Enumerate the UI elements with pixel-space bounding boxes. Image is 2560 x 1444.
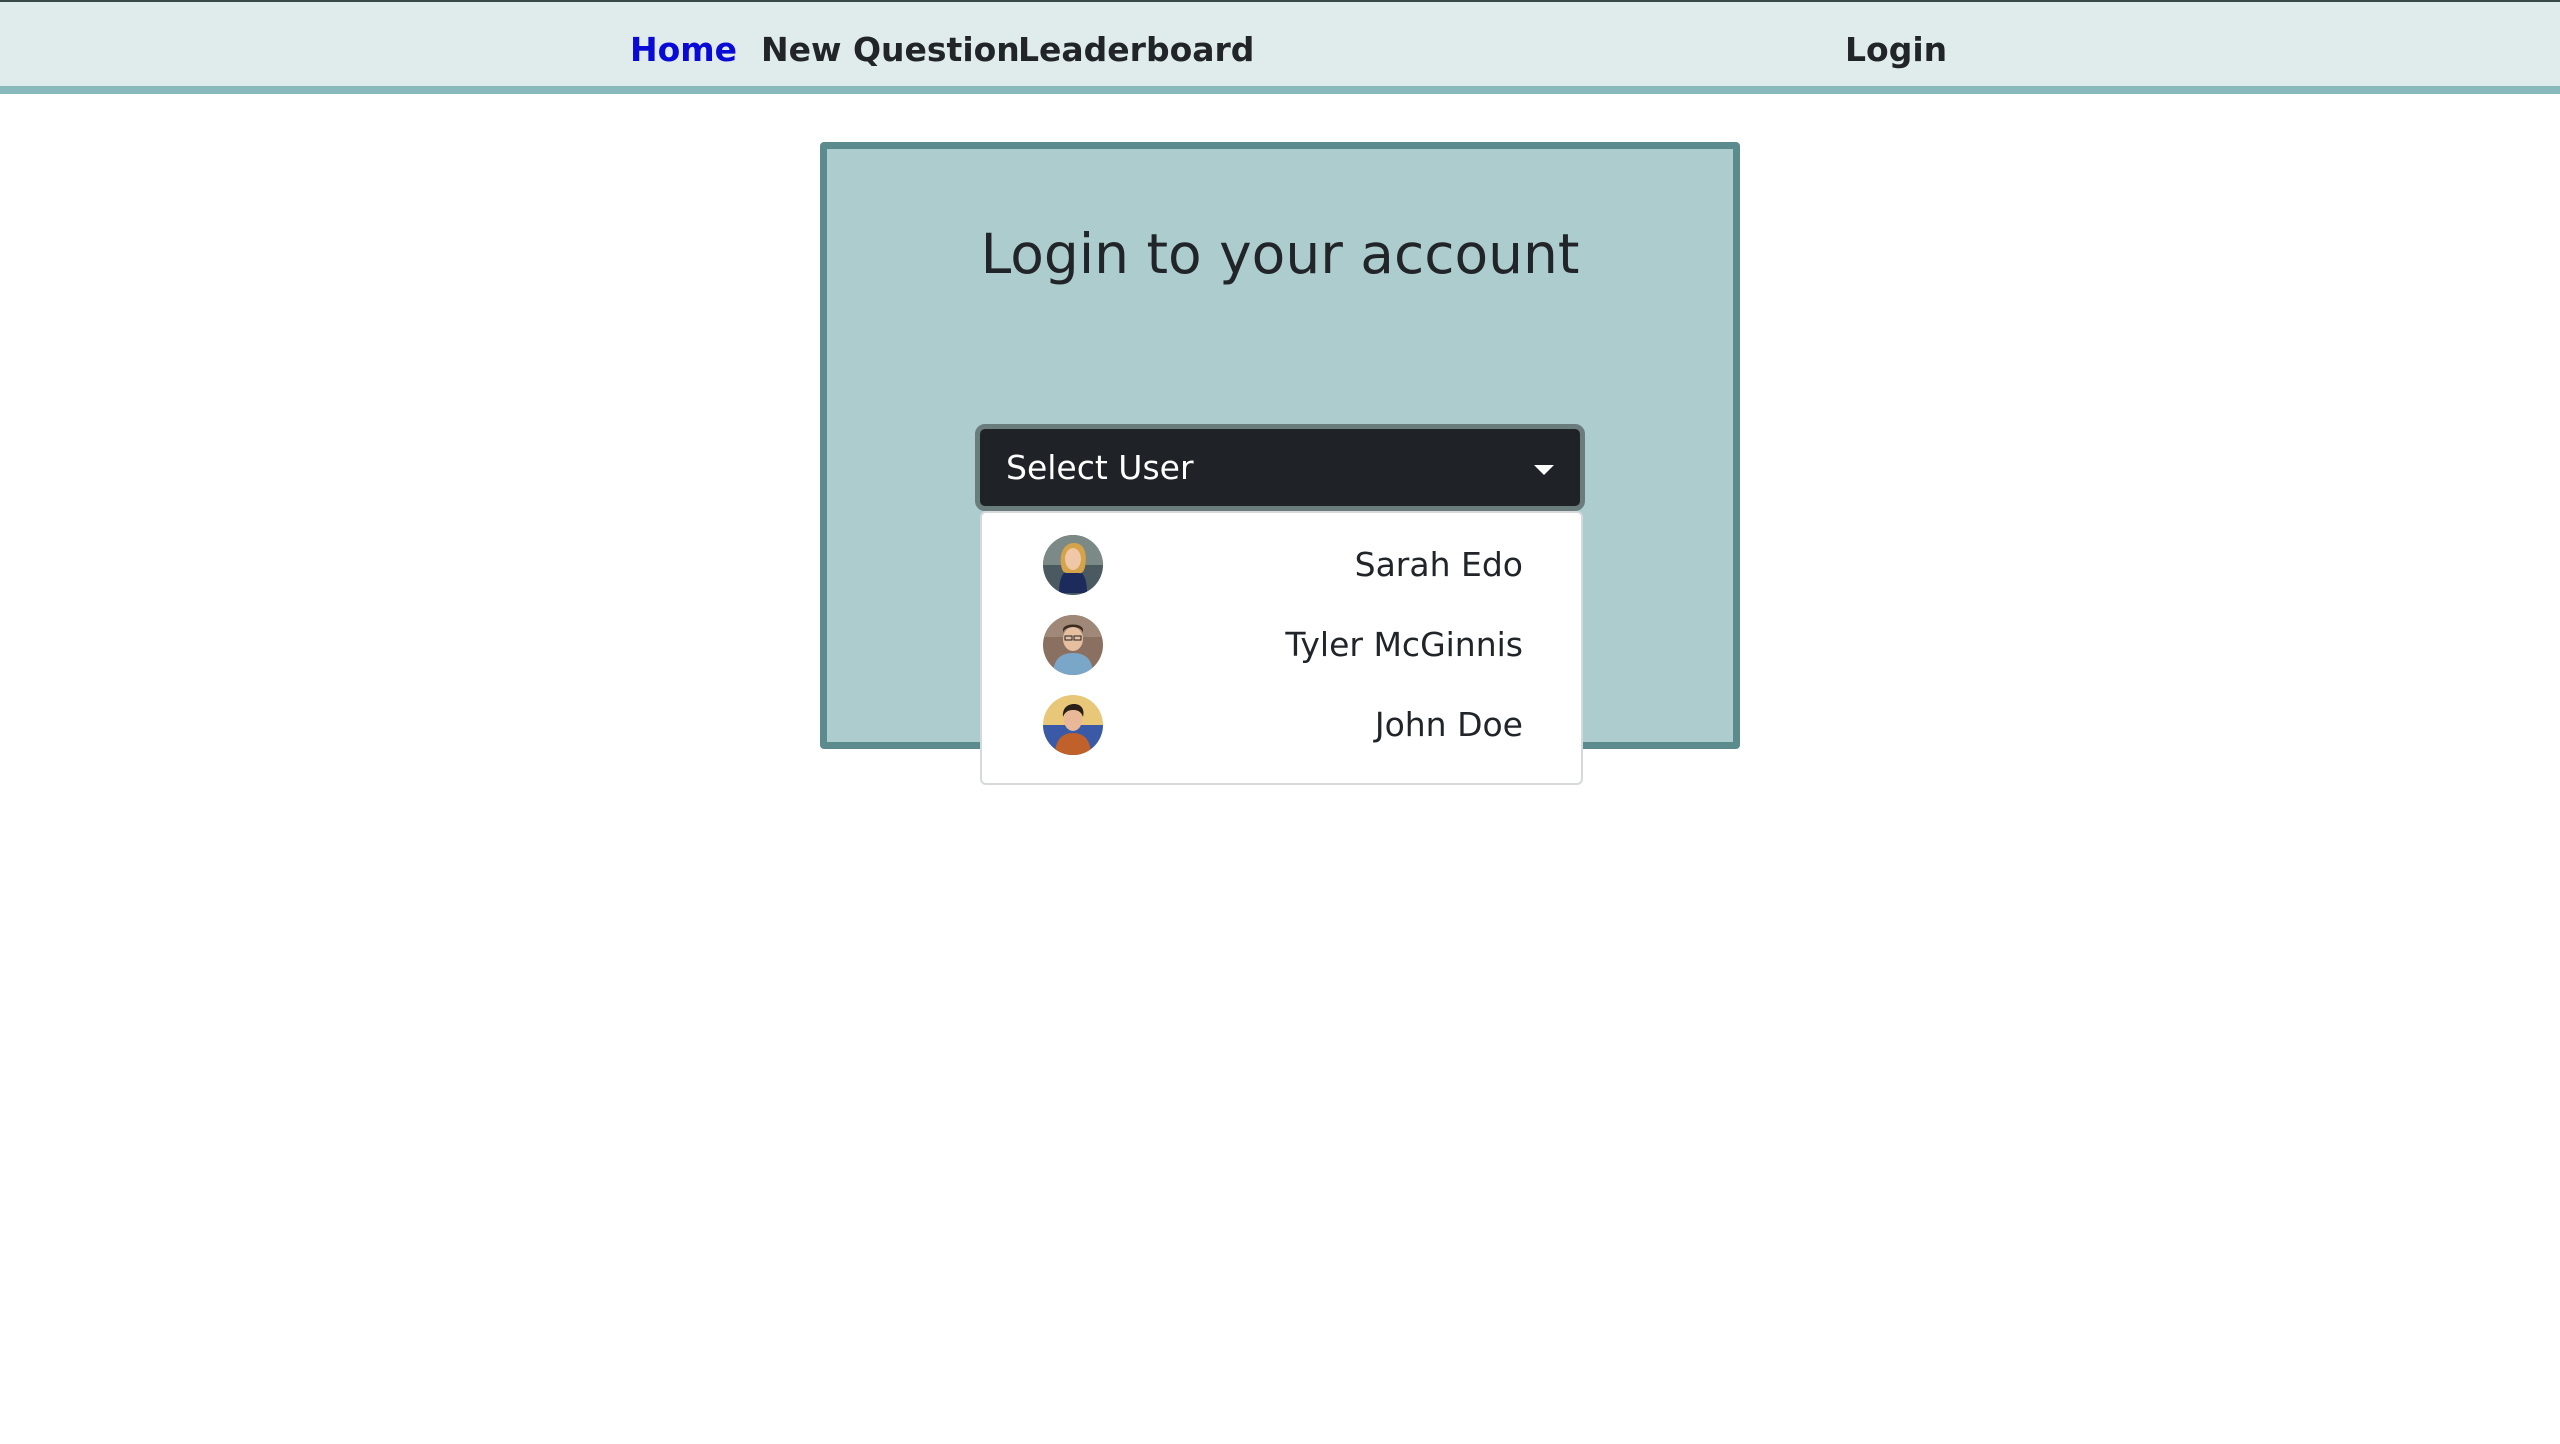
nav-home-link[interactable]: Home [630, 28, 737, 72]
top-navbar: Home New Question Leaderboard Login [0, 0, 2560, 94]
nav-leaderboard-link[interactable]: Leaderboard [1018, 28, 1254, 72]
select-user-dropdown[interactable]: Select User [975, 424, 1585, 511]
user-option-tyler-mcginnis[interactable]: Tyler McGinnis [982, 607, 1581, 687]
user-name: Tyler McGinnis [1285, 625, 1523, 664]
user-option-sarah-edo[interactable]: Sarah Edo [982, 527, 1581, 607]
nav-login-link[interactable]: Login [1845, 28, 1947, 72]
avatar-tyler-mcginnis [1043, 615, 1103, 675]
user-dropdown-menu: Sarah Edo Tyler McGinnis John Doe [980, 511, 1583, 785]
avatar-john-doe [1043, 695, 1103, 755]
caret-down-icon [1534, 465, 1554, 475]
nav-new-question-link[interactable]: New Question [761, 28, 1020, 72]
user-name: Sarah Edo [1354, 545, 1523, 584]
select-user-label: Select User [1006, 448, 1194, 487]
user-option-john-doe[interactable]: John Doe [982, 687, 1581, 767]
avatar-sarah-edo [1043, 535, 1103, 595]
login-title: Login to your account [980, 222, 1580, 286]
user-name: John Doe [1374, 705, 1523, 744]
